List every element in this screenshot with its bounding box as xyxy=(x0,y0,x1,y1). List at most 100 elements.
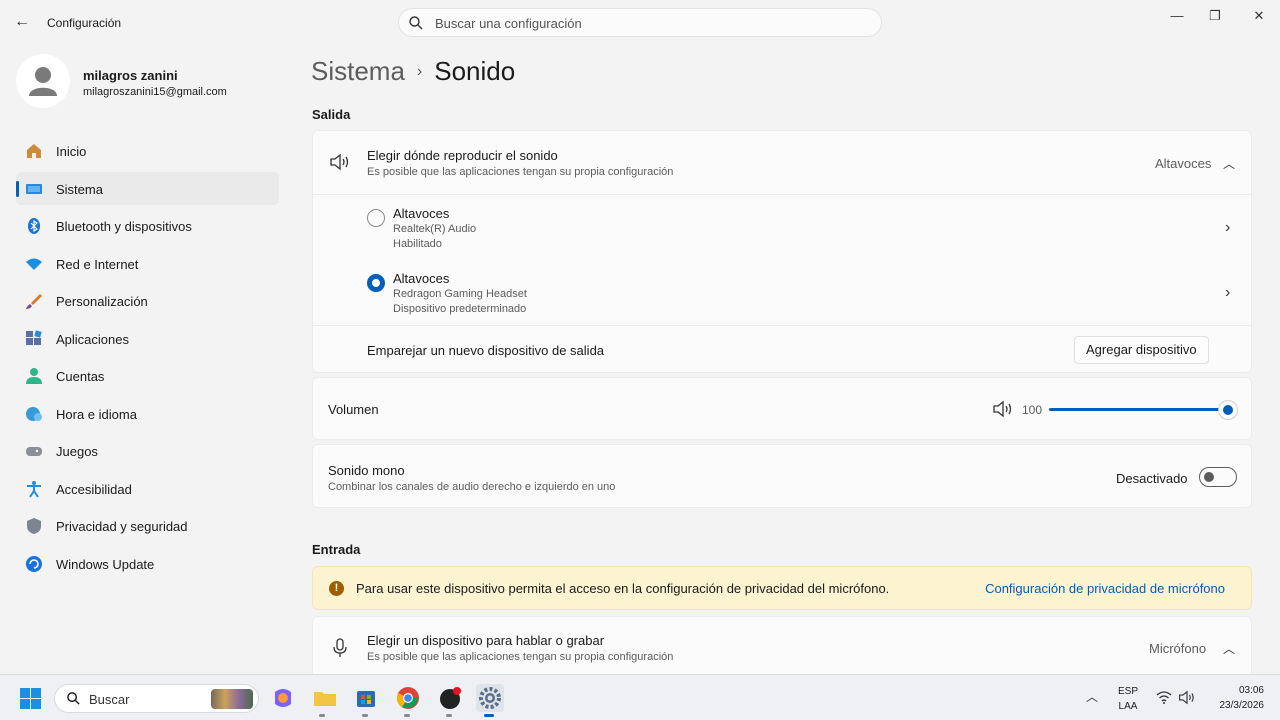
language-layout[interactable]: LAA xyxy=(1116,701,1140,712)
gamepad-icon xyxy=(26,447,42,456)
sidebar-item-privacidad[interactable]: Privacidad y seguridad xyxy=(16,509,279,542)
volume-slider-thumb[interactable] xyxy=(1223,405,1233,415)
speaker-icon[interactable] xyxy=(992,400,1014,418)
device-radio-button[interactable] xyxy=(367,209,385,227)
choose-output-subtitle: Es posible que las aplicaciones tengan s… xyxy=(367,166,674,178)
chrome-icon[interactable] xyxy=(394,684,422,712)
taskbar-search[interactable]: Buscar xyxy=(54,684,259,713)
mono-audio-title: Sonido mono xyxy=(328,463,405,478)
add-device-button[interactable]: Agregar dispositivo xyxy=(1074,336,1209,364)
copilot-icon[interactable] xyxy=(269,684,297,712)
sidebar-item-label: Hora e idioma xyxy=(56,406,137,422)
sidebar-item-accesibilidad[interactable]: Accesibilidad xyxy=(16,472,279,505)
device-status: Habilitado xyxy=(393,238,442,250)
device-name: Altavoces xyxy=(393,206,450,221)
sidebar-item-bluetooth[interactable]: Bluetooth y dispositivos xyxy=(16,209,279,242)
running-indicator xyxy=(446,714,452,717)
app-icon[interactable] xyxy=(436,684,464,712)
volume-value: 100 xyxy=(1022,403,1043,417)
wifi-icon[interactable] xyxy=(1156,691,1172,704)
sidebar-item-label: Inicio xyxy=(56,144,87,159)
sidebar-item-label: Privacidad y seguridad xyxy=(56,519,188,534)
warning-text: Para usar este dispositivo permita el ac… xyxy=(356,581,890,596)
shield-icon xyxy=(27,518,41,534)
chevron-up-icon[interactable]: ︿ xyxy=(1086,688,1098,705)
update-icon xyxy=(26,555,42,572)
choose-output-row[interactable]: Elegir dónde reproducir el sonido Es pos… xyxy=(313,131,1251,194)
chevron-up-icon[interactable]: ︿ xyxy=(1223,640,1235,657)
output-device-option[interactable]: Altavoces Redragon Gaming Headset Dispos… xyxy=(313,260,1251,325)
active-indicator xyxy=(484,714,494,717)
running-indicator xyxy=(404,714,410,717)
mono-audio-toggle[interactable] xyxy=(1199,467,1237,487)
choose-input-row[interactable]: Elegir un dispositivo para hablar o grab… xyxy=(313,617,1251,677)
volume-slider-track[interactable] xyxy=(1049,408,1229,411)
chevron-right-icon[interactable]: › xyxy=(1225,219,1230,237)
choose-input-value: Micrófono xyxy=(1149,641,1207,656)
input-device-card: Elegir un dispositivo para hablar o grab… xyxy=(312,616,1252,678)
close-button[interactable]: ✕ xyxy=(1244,6,1274,26)
user-email: milagroszanini15@gmail.com xyxy=(83,86,227,98)
mono-audio-state: Desactivado xyxy=(1116,471,1188,486)
store-icon[interactable] xyxy=(352,684,380,712)
taskbar-search-label: Buscar xyxy=(89,692,130,707)
running-indicator xyxy=(319,714,325,717)
sidebar-item-personalizacion[interactable]: Personalización xyxy=(16,284,279,317)
device-status: Dispositivo predeterminado xyxy=(393,303,527,315)
device-driver: Redragon Gaming Headset xyxy=(393,288,527,300)
sidebar-item-label: Bluetooth y dispositivos xyxy=(56,219,192,234)
file-explorer-icon[interactable] xyxy=(311,684,339,712)
account-icon xyxy=(26,368,42,384)
clock-time[interactable]: 03:06 xyxy=(1208,685,1264,696)
pair-device-row: Emparejar un nuevo dispositivo de salida… xyxy=(313,326,1251,373)
sidebar-item-label: Juegos xyxy=(56,444,98,459)
running-indicator xyxy=(362,714,368,717)
maximize-button[interactable]: ❐ xyxy=(1200,6,1230,26)
sidebar-item-label: Windows Update xyxy=(56,556,155,572)
taskbar: Buscar ︿ ESP LAA 03:06 23/3/2026 xyxy=(0,674,1280,720)
sidebar-item-aplicaciones[interactable]: Aplicaciones xyxy=(16,322,279,355)
search-icon xyxy=(409,16,423,30)
sidebar-item-red[interactable]: Red e Internet xyxy=(16,247,279,280)
back-arrow-icon[interactable]: ← xyxy=(12,12,32,32)
chevron-up-icon[interactable]: ︿ xyxy=(1223,155,1235,172)
settings-search-box[interactable] xyxy=(398,8,882,37)
minimize-button[interactable]: — xyxy=(1162,6,1192,26)
search-input[interactable] xyxy=(435,14,865,32)
user-name: milagros zanini xyxy=(83,68,178,83)
user-icon xyxy=(29,67,57,96)
choose-output-value: Altavoces xyxy=(1155,156,1212,171)
settings-icon[interactable] xyxy=(476,684,504,712)
microphone-privacy-link[interactable]: Configuración de privacidad de micrófono xyxy=(985,581,1225,596)
microphone-icon xyxy=(333,638,347,657)
chevron-right-icon[interactable]: › xyxy=(1225,284,1230,302)
breadcrumb-parent[interactable]: Sistema xyxy=(311,56,405,86)
sidebar-item-label: Cuentas xyxy=(56,369,105,384)
avatar[interactable] xyxy=(16,54,70,108)
sidebar-item-cuentas[interactable]: Cuentas xyxy=(16,359,279,392)
mono-audio-subtitle: Combinar los canales de audio derecho e … xyxy=(328,481,616,493)
sidebar-item-windows-update[interactable]: Windows Update xyxy=(16,547,279,580)
sidebar-item-label: Accesibilidad xyxy=(56,481,132,497)
clock-date[interactable]: 23/3/2026 xyxy=(1204,700,1265,711)
toggle-knob xyxy=(1204,472,1214,482)
sidebar-item-hora[interactable]: Hora e idioma xyxy=(16,397,279,430)
sidebar-item-inicio[interactable]: Inicio xyxy=(16,134,279,167)
windows-start-icon[interactable] xyxy=(20,688,41,709)
volume-icon[interactable] xyxy=(1178,690,1196,705)
bluetooth-icon xyxy=(28,218,40,234)
pair-device-label: Emparejar un nuevo dispositivo de salida xyxy=(367,343,605,358)
device-radio-button[interactable] xyxy=(367,274,385,292)
output-device-card: Elegir dónde reproducir el sonido Es pos… xyxy=(312,130,1252,373)
sidebar-item-juegos[interactable]: Juegos xyxy=(16,434,279,467)
choose-output-title: Elegir dónde reproducir el sonido xyxy=(367,148,558,163)
app-title: Configuración xyxy=(47,16,122,30)
output-section-title: Salida xyxy=(312,107,351,122)
title-bar: ← Configuración — ❐ ✕ xyxy=(0,0,1280,44)
wifi-icon xyxy=(26,258,42,270)
output-device-option[interactable]: Altavoces Realtek(R) Audio Habilitado › xyxy=(313,195,1251,260)
language-code[interactable]: ESP xyxy=(1116,686,1140,697)
volume-label: Volumen xyxy=(328,402,379,417)
sidebar-item-sistema[interactable]: Sistema xyxy=(16,171,279,205)
warning-icon: ! xyxy=(329,581,344,596)
